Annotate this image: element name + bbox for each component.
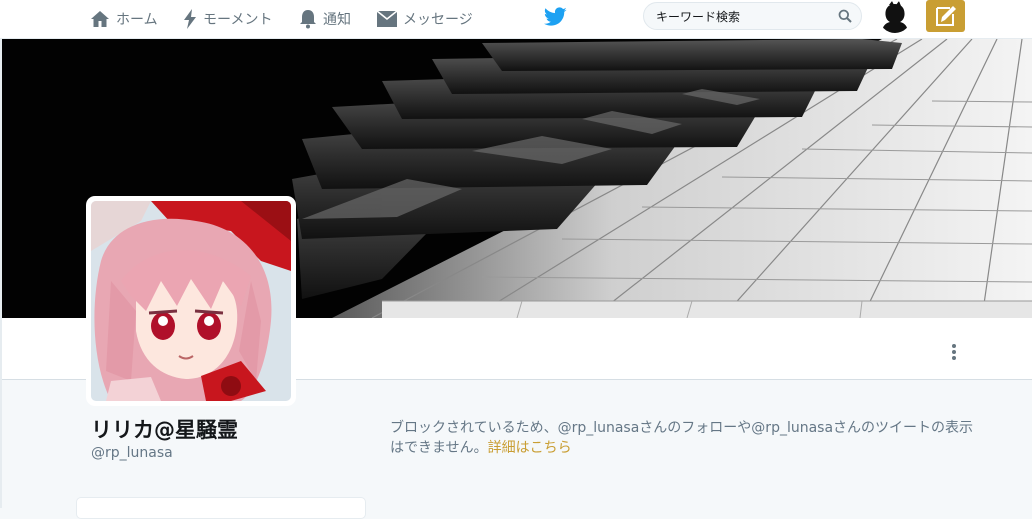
tweet-button[interactable] [926, 0, 965, 32]
profile-avatar[interactable] [86, 196, 296, 406]
bell-icon [300, 10, 316, 29]
compose-icon [936, 6, 956, 26]
search-box[interactable] [643, 2, 862, 31]
envelope-icon [377, 11, 397, 27]
anime-character-image [91, 201, 291, 401]
avatar-image [91, 201, 291, 401]
dot-icon [952, 344, 956, 348]
more-options-button[interactable] [951, 342, 957, 362]
lightning-icon [184, 9, 196, 29]
nav-messages-label: メッセージ [403, 12, 473, 28]
account-avatar[interactable] [879, 1, 911, 33]
silhouette-icon [882, 1, 908, 33]
dot-icon [952, 350, 956, 354]
nav-notifications-label: 通知 [323, 12, 351, 28]
details-link[interactable]: 詳細はこちら [488, 440, 572, 456]
blocked-notice: ブロックされているため、@rp_lunasaさんのフォローや@rp_lunasa… [390, 418, 980, 458]
nav-messages[interactable]: メッセージ [377, 0, 473, 38]
search-input[interactable] [654, 3, 838, 31]
nav-home-label: ホーム [116, 12, 158, 28]
nav-home[interactable]: ホーム [90, 0, 158, 38]
twitter-bird-icon[interactable] [544, 7, 567, 27]
profile-card [76, 497, 366, 519]
profile-handle: @rp_lunasa [91, 445, 173, 461]
search-icon[interactable] [838, 9, 852, 23]
nav-moments-label: モーメント [203, 12, 273, 28]
home-icon [91, 11, 109, 27]
profile-name: リリカ@星騒霊 [91, 418, 238, 442]
nav-moments[interactable]: モーメント [183, 0, 272, 38]
blocked-message: ブロックされているため、@rp_lunasaさんのフォローや@rp_lunasa… [390, 420, 974, 456]
nav-notifications[interactable]: 通知 [299, 0, 351, 38]
dot-icon [952, 356, 956, 360]
top-navigation-bar: ホーム モーメント 通知 メッセージ [0, 0, 1032, 39]
